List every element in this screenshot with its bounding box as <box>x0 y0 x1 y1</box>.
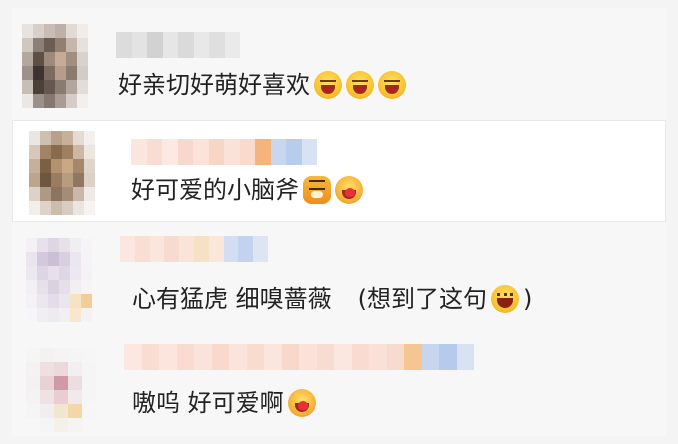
comment-list: 好亲切好萌好喜欢 好可爱的小脑斧 心有猛虎 细嗅蔷薇 (想到了这句) 嗷呜 … <box>12 8 666 436</box>
comment-text: 好亲切好萌好喜欢 <box>118 70 406 100</box>
username-blurred[interactable] <box>131 139 317 165</box>
grin-emoji-icon <box>491 285 520 313</box>
comment-item: 好可爱的小脑斧 <box>12 120 666 222</box>
paren-open: ( <box>357 285 368 313</box>
comment-body: 嗷呜 好可爱啊 <box>132 389 284 417</box>
comment-aside: 想到了这句 <box>367 285 488 313</box>
username-blurred[interactable] <box>120 236 268 262</box>
hug-emoji-icon <box>287 389 316 417</box>
comment-body: 好亲切好萌好喜欢 <box>118 71 310 99</box>
tiger-emoji-icon <box>303 176 331 204</box>
paren-close: ) <box>523 285 533 313</box>
username-blurred[interactable] <box>116 32 240 58</box>
comment-text: 嗷呜 好可爱啊 <box>132 388 316 418</box>
avatar[interactable] <box>29 131 95 215</box>
laugh-cry-emoji-icon <box>314 71 342 99</box>
laugh-cry-emoji-icon <box>378 71 406 99</box>
comment-body: 心有猛虎 细嗅蔷薇 <box>132 285 332 313</box>
avatar[interactable] <box>26 238 92 322</box>
comment-body: 好可爱的小脑斧 <box>131 176 299 204</box>
comment-item: 嗷呜 好可爱啊 <box>12 330 666 436</box>
comment-text: 心有猛虎 细嗅蔷薇 ( 想到了这句 ) <box>132 284 532 314</box>
username-blurred[interactable] <box>124 344 474 370</box>
hug-emoji-icon <box>335 176 363 204</box>
comment-item: 好亲切好萌好喜欢 <box>12 8 666 118</box>
avatar[interactable] <box>26 348 114 432</box>
laugh-cry-emoji-icon <box>346 71 374 99</box>
comment-item: 心有猛虎 细嗅蔷薇 ( 想到了这句 ) <box>12 222 666 330</box>
avatar[interactable] <box>22 24 88 108</box>
comment-text: 好可爱的小脑斧 <box>131 175 363 205</box>
